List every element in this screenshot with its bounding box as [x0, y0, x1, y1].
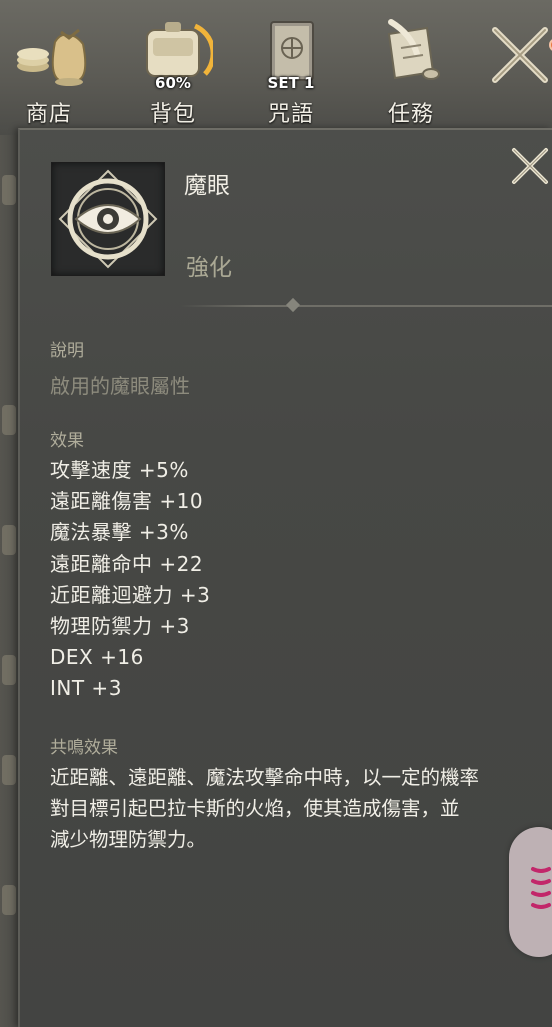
strip-decoration	[2, 655, 16, 685]
menu-quests[interactable]: 任務	[366, 14, 456, 130]
menu-backpack-label: 背包	[149, 102, 196, 127]
backpack-capacity: 60%	[155, 74, 191, 92]
description-text: 啟用的魔眼屬性	[50, 374, 190, 398]
strip-decoration	[2, 885, 16, 915]
strip-decoration	[2, 525, 16, 555]
effect-item: INT +3	[50, 676, 122, 701]
resonance-line: 對目標引起巴拉卡斯的火焰，使其造成傷害，並	[50, 797, 460, 820]
item-icon-frame	[51, 162, 165, 276]
spell-set-label: SET 1	[267, 74, 315, 92]
menu-shop[interactable]: 商店	[4, 14, 94, 130]
effects-title: 效果	[50, 431, 84, 451]
item-type: 強化	[186, 255, 232, 281]
menu-spells-label: 咒語	[267, 102, 314, 127]
quest-scroll-icon	[371, 14, 451, 92]
resonance-line: 減少物理防禦力。	[50, 828, 207, 851]
item-detail-panel: 魔眼 強化 說明 啟用的魔眼屬性 效果 攻擊速度 +5% 遠距離傷害 +10 魔…	[18, 128, 552, 1027]
menu-battle[interactable]	[478, 14, 552, 130]
money-bag-icon	[9, 14, 89, 92]
resonance-line: 近距離、遠距離、魔法攻擊命中時，以一定的機率	[50, 766, 480, 789]
resonance-title: 共鳴效果	[50, 738, 118, 758]
crossed-swords-icon	[483, 14, 552, 92]
effect-item: 魔法暴擊 +3%	[50, 520, 189, 545]
backpack-icon: 60%	[133, 14, 216, 92]
strip-decoration	[2, 755, 16, 785]
spellbook-icon: SET 1	[251, 14, 331, 92]
effect-item: 近距離迴避力 +3	[50, 582, 211, 607]
close-icon	[512, 148, 548, 184]
strip-decoration	[2, 405, 16, 435]
resonance-text: 近距離、遠距離、魔法攻擊命中時，以一定的機率 對目標引起巴拉卡斯的火焰，使其造成…	[50, 762, 552, 855]
menu-shop-label: 商店	[25, 102, 72, 127]
effects-list: 攻擊速度 +5% 遠距離傷害 +10 魔法暴擊 +3% 遠距離命中 +22 近距…	[50, 455, 210, 705]
effect-item: DEX +16	[50, 645, 144, 670]
section-divider	[180, 305, 552, 307]
game-screen: 商店 60% 背包 SET 1 咒語 任務 魔眼 強化 說明 啟用的魔眼屬性 效…	[0, 0, 552, 1027]
floating-assist-button[interactable]	[509, 827, 552, 957]
effect-item: 物理防禦力 +3	[50, 613, 190, 638]
wave-icon	[531, 867, 551, 909]
top-menu-bar: 商店 60% 背包 SET 1 咒語 任務	[0, 0, 552, 135]
magic-eye-icon	[58, 169, 158, 269]
divider-ornament	[285, 297, 301, 313]
strip-decoration	[2, 175, 16, 205]
menu-spells[interactable]: SET 1 咒語	[246, 14, 336, 130]
item-name: 魔眼	[184, 173, 230, 199]
menu-backpack[interactable]: 60% 背包	[128, 14, 218, 130]
effect-item: 遠距離命中 +22	[50, 551, 204, 576]
description-title: 說明	[50, 341, 84, 361]
menu-quests-label: 任務	[387, 102, 434, 127]
background-side-strip	[0, 135, 20, 1027]
effect-item: 攻擊速度 +5%	[50, 458, 189, 482]
effect-item: 遠距離傷害 +10	[50, 489, 204, 514]
close-button[interactable]	[508, 144, 552, 188]
